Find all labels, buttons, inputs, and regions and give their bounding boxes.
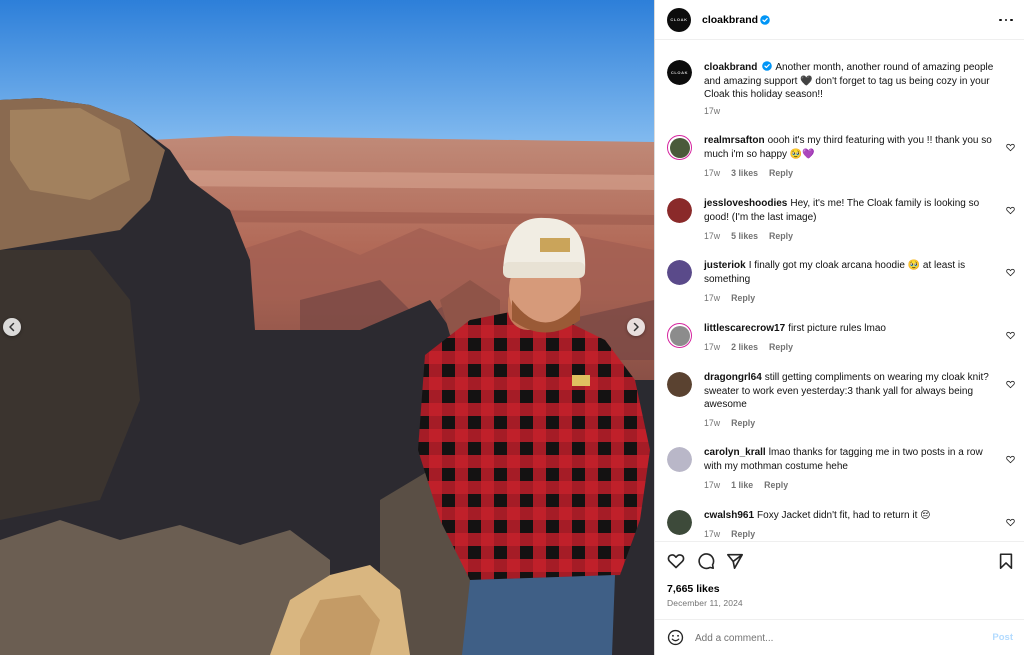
more-options-button[interactable] xyxy=(999,14,1013,26)
avatar xyxy=(669,325,690,346)
comment-meta: 17w 3 likes Reply xyxy=(704,168,793,178)
avatar xyxy=(667,260,692,285)
avatar-logo-text: CLOAK xyxy=(670,17,688,22)
comment-username[interactable]: littlescarecrow17 xyxy=(704,323,785,334)
reply-button[interactable]: Reply xyxy=(731,293,755,303)
author-avatar-small: CLOAK xyxy=(667,60,692,85)
verified-badge-icon xyxy=(760,14,770,25)
author-username[interactable]: cloakbrand xyxy=(702,14,758,26)
comment-meta: 17w 1 like Reply xyxy=(704,480,788,490)
comment-likes[interactable]: 1 like xyxy=(731,480,753,490)
bookmark-icon[interactable] xyxy=(997,552,1015,570)
comment-body: carolyn_krall lmao thanks for tagging me … xyxy=(704,446,994,473)
comment-body: cwalsh961 Foxy Jacket didn't fit, had to … xyxy=(704,509,994,523)
more-dot xyxy=(1004,18,1008,22)
carousel-next-button[interactable] xyxy=(627,318,645,336)
comment-avatar[interactable] xyxy=(667,198,692,223)
comment-bubble-icon[interactable] xyxy=(697,552,715,570)
comment-body: dragongrl64 still getting compliments on … xyxy=(704,371,994,412)
avatar xyxy=(667,198,692,223)
comment-likes[interactable]: 5 likes xyxy=(731,231,758,241)
comment-avatar[interactable] xyxy=(667,510,692,535)
carousel-prev-button[interactable] xyxy=(3,318,21,336)
comment-text: Foxy Jacket didn't fit, had to return it… xyxy=(757,510,931,521)
post-side-panel: CLOAK cloakbrand CLOAK cloakbrand Another… xyxy=(654,0,1024,655)
avatar xyxy=(667,372,692,397)
verified-badge-icon xyxy=(762,61,773,71)
paper-plane-icon[interactable] xyxy=(726,552,744,570)
comment-composer: Post xyxy=(655,619,1024,655)
heart-icon[interactable] xyxy=(1006,518,1015,527)
more-horizontal-icon xyxy=(999,18,1002,22)
caption-age: 17w xyxy=(704,106,721,116)
heart-icon[interactable] xyxy=(1006,331,1015,340)
chevron-left-icon xyxy=(9,322,15,332)
grand-canyon-photo xyxy=(0,0,654,655)
comment-avatar[interactable] xyxy=(667,372,692,397)
comment-username[interactable]: realmrsafton xyxy=(704,135,765,146)
author-avatar[interactable]: CLOAK xyxy=(667,7,691,32)
caption-avatar[interactable]: CLOAK xyxy=(667,60,692,85)
chevron-right-icon xyxy=(633,322,639,332)
post-header: CLOAK cloakbrand xyxy=(655,0,1024,40)
comment-likes[interactable]: 3 likes xyxy=(731,168,758,178)
comment-body: realmrsafton oooh it's my third featuring… xyxy=(704,134,994,161)
comment-body: jessloveshoodies Hey, it's me! The Cloak … xyxy=(704,197,994,224)
post-actions: 7,665 likes December 11, 2024 xyxy=(655,541,1024,619)
heart-icon[interactable] xyxy=(1006,268,1015,277)
comment-username[interactable]: dragongrl64 xyxy=(704,372,762,383)
avatar xyxy=(667,447,692,472)
reply-button[interactable]: Reply xyxy=(769,342,793,352)
caption-body: cloakbrand Another month, another round o… xyxy=(704,61,994,102)
comment-avatar[interactable] xyxy=(667,135,692,160)
smiley-icon[interactable] xyxy=(667,629,684,646)
comment-input[interactable] xyxy=(695,629,975,647)
comment-likes[interactable]: 2 likes xyxy=(731,342,758,352)
reply-button[interactable]: Reply xyxy=(769,231,793,241)
comment-text: first picture rules lmao xyxy=(788,323,886,334)
reply-button[interactable]: Reply xyxy=(731,529,755,539)
likes-count[interactable]: 7,665 likes xyxy=(667,583,720,595)
comment-age: 17w xyxy=(704,342,721,352)
comments-list[interactable]: CLOAK cloakbrand Another month, another r… xyxy=(655,40,1024,541)
avatar-logo-text: CLOAK xyxy=(670,70,689,75)
comment-age: 17w xyxy=(704,480,721,490)
caption-meta: 17w xyxy=(704,106,720,116)
comment-body: justeriok I finally got my cloak arcana h… xyxy=(704,259,994,286)
heart-icon[interactable] xyxy=(1006,206,1015,215)
post-photo xyxy=(0,0,654,655)
avatar xyxy=(667,510,692,535)
post-comment-button[interactable]: Post xyxy=(992,632,1013,643)
heart-icon[interactable] xyxy=(667,552,685,570)
heart-icon[interactable] xyxy=(1006,380,1015,389)
comment-body: littlescarecrow17 first picture rules lma… xyxy=(704,322,994,336)
comment-meta: 17w 5 likes Reply xyxy=(704,231,793,241)
comment-avatar[interactable] xyxy=(667,260,692,285)
comment-username[interactable]: carolyn_krall xyxy=(704,447,766,458)
reply-button[interactable]: Reply xyxy=(731,418,755,428)
caption-username[interactable]: cloakbrand xyxy=(704,62,757,73)
more-dot xyxy=(1010,18,1013,22)
comment-age: 17w xyxy=(704,168,721,178)
comment-username[interactable]: jessloveshoodies xyxy=(704,198,787,209)
reply-button[interactable]: Reply xyxy=(769,168,793,178)
comment-age: 17w xyxy=(704,529,721,539)
comment-age: 17w xyxy=(704,293,721,303)
comment-age: 17w xyxy=(704,418,721,428)
reply-button[interactable]: Reply xyxy=(764,480,788,490)
comment-age: 17w xyxy=(704,231,721,241)
comment-avatar[interactable] xyxy=(667,323,692,348)
comment-username[interactable]: justeriok xyxy=(704,260,746,271)
post-date: December 11, 2024 xyxy=(667,598,743,608)
comment-avatar[interactable] xyxy=(667,447,692,472)
comment-meta: 17w Reply xyxy=(704,293,755,303)
comment-meta: 17w 2 likes Reply xyxy=(704,342,793,352)
heart-icon[interactable] xyxy=(1006,143,1015,152)
comment-username[interactable]: cwalsh961 xyxy=(704,510,754,521)
avatar xyxy=(669,137,690,158)
heart-icon[interactable] xyxy=(1006,455,1015,464)
comment-meta: 17w Reply xyxy=(704,529,755,539)
comment-meta: 17w Reply xyxy=(704,418,755,428)
